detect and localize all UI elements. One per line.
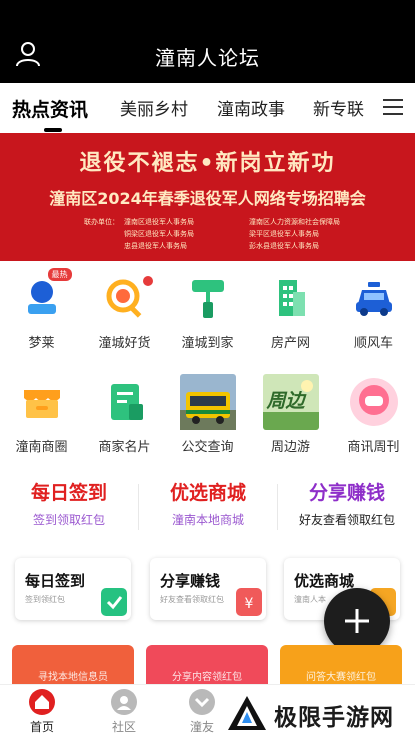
organizer: 梁平区退役军人事务局 [249, 230, 319, 238]
organizer: 铜梁区退役军人事务局 [124, 230, 194, 238]
organizer: 潼南区人力资源和社会保障局 [249, 218, 340, 226]
page-title: 潼南人论坛 [155, 46, 260, 70]
travel-photo-text: 周边 [266, 390, 305, 412]
travel-photo-icon: 周边 [262, 374, 319, 430]
banner-organizers: 联办单位： 潼南区退役军人事务局 潼南区人力资源和社会保障局 铜梁区退役军人事务局 梁… [84, 216, 374, 252]
promo-title: 优选商城 [169, 482, 246, 504]
grid-item-menglai[interactable]: 最热 梦莱 [0, 268, 83, 351]
promo-subtitle: 签到领取红包 [32, 513, 105, 527]
promo-subtitle: 潼南本地商城 [171, 513, 244, 527]
check-bag-icon [101, 588, 127, 616]
building-icon [263, 270, 319, 326]
card-title: 分享赚钱 [160, 572, 221, 590]
card-title: 优选商城 [294, 572, 355, 590]
grid-item-home-service[interactable]: 潼城到家 [166, 270, 249, 351]
activity-strip: 寻找本地信息员 分享内容领红包 问答大赛领红包 [0, 645, 415, 685]
person-stamp-icon: 最热 [14, 268, 72, 326]
activity-label: 分享内容领红包 [172, 672, 242, 683]
grid-item-label: 梦莱 [28, 336, 55, 351]
active-tab-indicator [44, 128, 62, 132]
promo-share-earn[interactable]: 分享赚钱 好友查看领取红包 [278, 478, 415, 528]
promo-subtitle: 好友查看领取红包 [298, 513, 395, 527]
nav-home[interactable]: 首页 [12, 689, 72, 735]
promo-daily-checkin[interactable]: 每日签到 签到领取红包 [0, 478, 138, 528]
promo-title: 每日签到 [30, 482, 107, 504]
card-subtitle: 好友查看领取红包 [160, 595, 224, 604]
friends-icon [189, 689, 215, 715]
organizer: 忠县退役军人事务局 [124, 242, 187, 250]
watermark-text: 极限手游网 [274, 705, 394, 731]
grid-item-business-district[interactable]: 潼南商圈 [0, 374, 83, 455]
grid-item-label: 公交查询 [181, 440, 234, 455]
shop-icon [14, 374, 70, 430]
organizer-label: 联办单位： [84, 218, 119, 226]
nav-community[interactable]: 社区 [94, 689, 154, 735]
grid-item-bus-query[interactable]: 公交查询 [166, 374, 249, 455]
tab-hot-news[interactable]: 热点资讯 [12, 95, 88, 122]
grid-item-label: 房产网 [270, 336, 310, 351]
business-card-icon [97, 374, 153, 430]
recruitment-banner[interactable]: 退役不褪志•新岗立新功 潼南区2024年春季退役军人网络专场招聘会 联办单位： 潼… [0, 133, 415, 261]
activity-qa-reward[interactable]: 问答大赛领红包 [280, 645, 402, 685]
grid-item-good-goods[interactable]: 潼城好货 [83, 270, 166, 351]
banner-subheadline: 潼南区2024年春季退役军人网络专场招聘会 [49, 189, 366, 208]
card-subtitle: 签到领红包 [25, 595, 65, 604]
magnifier-coin-icon [97, 270, 153, 326]
activity-share-reward[interactable]: 分享内容领红包 [146, 645, 268, 685]
card-subtitle: 潼南人本 [294, 595, 326, 604]
watermark: 极限手游网 [222, 690, 415, 735]
community-icon [111, 689, 137, 715]
car-icon [346, 270, 402, 326]
promo-title: 分享赚钱 [308, 482, 385, 504]
banner-headline: 退役不褪志•新岗立新功 [79, 151, 336, 176]
notification-dot [142, 276, 153, 286]
grid-item-label: 周边游 [270, 440, 310, 455]
nav-label: 首页 [29, 720, 54, 734]
grid-item-carpool[interactable]: 顺风车 [332, 270, 415, 351]
yen-bag-icon: ¥ [236, 588, 262, 616]
grid-item-business-weekly[interactable]: 商讯周刊 [332, 374, 415, 455]
organizer: 潼南区退役军人事务局 [124, 218, 194, 226]
grid-item-nearby-travel[interactable]: 周边 周边游 [249, 374, 332, 455]
bus-photo-icon [179, 374, 236, 430]
card-daily-checkin[interactable]: 每日签到 签到领红包 [15, 558, 131, 620]
activity-find-reporter[interactable]: 寻找本地信息员 [12, 645, 134, 685]
grid-item-business-card[interactable]: 商家名片 [83, 374, 166, 455]
nav-label: 社区 [111, 720, 136, 734]
logo-icon [228, 696, 266, 730]
tab-new-special[interactable]: 新专联 [313, 95, 364, 120]
home-icon [29, 689, 55, 715]
hot-badge: 最热 [47, 268, 72, 281]
activity-label: 问答大赛领红包 [306, 672, 376, 683]
grid-item-label: 潼城到家 [181, 336, 234, 351]
promo-row: 每日签到 签到领取红包 优选商城 潼南本地商城 分享赚钱 好友查看领取红包 [0, 478, 415, 538]
tab-government-affairs[interactable]: 潼南政事 [217, 95, 285, 120]
plus-icon [345, 609, 369, 633]
grid-item-label: 商讯周刊 [347, 440, 400, 455]
menu-icon[interactable] [383, 98, 403, 116]
grid-item-label: 潼南商圈 [15, 440, 68, 455]
bubble-icon [346, 374, 402, 430]
app-header: 潼南人论坛 [0, 0, 415, 83]
promo-featured-mall[interactable]: 优选商城 潼南本地商城 [139, 478, 277, 528]
grid-item-label: 商家名片 [98, 440, 151, 455]
grid-item-real-estate[interactable]: 房产网 [249, 270, 332, 351]
tab-beautiful-village[interactable]: 美丽乡村 [120, 95, 188, 120]
category-tabs: 热点资讯 美丽乡村 潼南政事 新专联 [0, 83, 415, 133]
organizer: 彭水县退役军人事务局 [249, 242, 319, 250]
card-share-earn[interactable]: 分享赚钱 好友查看领取红包 ¥ [150, 558, 266, 620]
grid-item-label: 潼城好货 [98, 336, 151, 351]
activity-label: 寻找本地信息员 [38, 672, 108, 683]
paint-roller-icon [180, 270, 236, 326]
card-title: 每日签到 [25, 572, 86, 590]
grid-item-label: 顺风车 [353, 336, 393, 351]
svg-text:¥: ¥ [245, 596, 254, 612]
